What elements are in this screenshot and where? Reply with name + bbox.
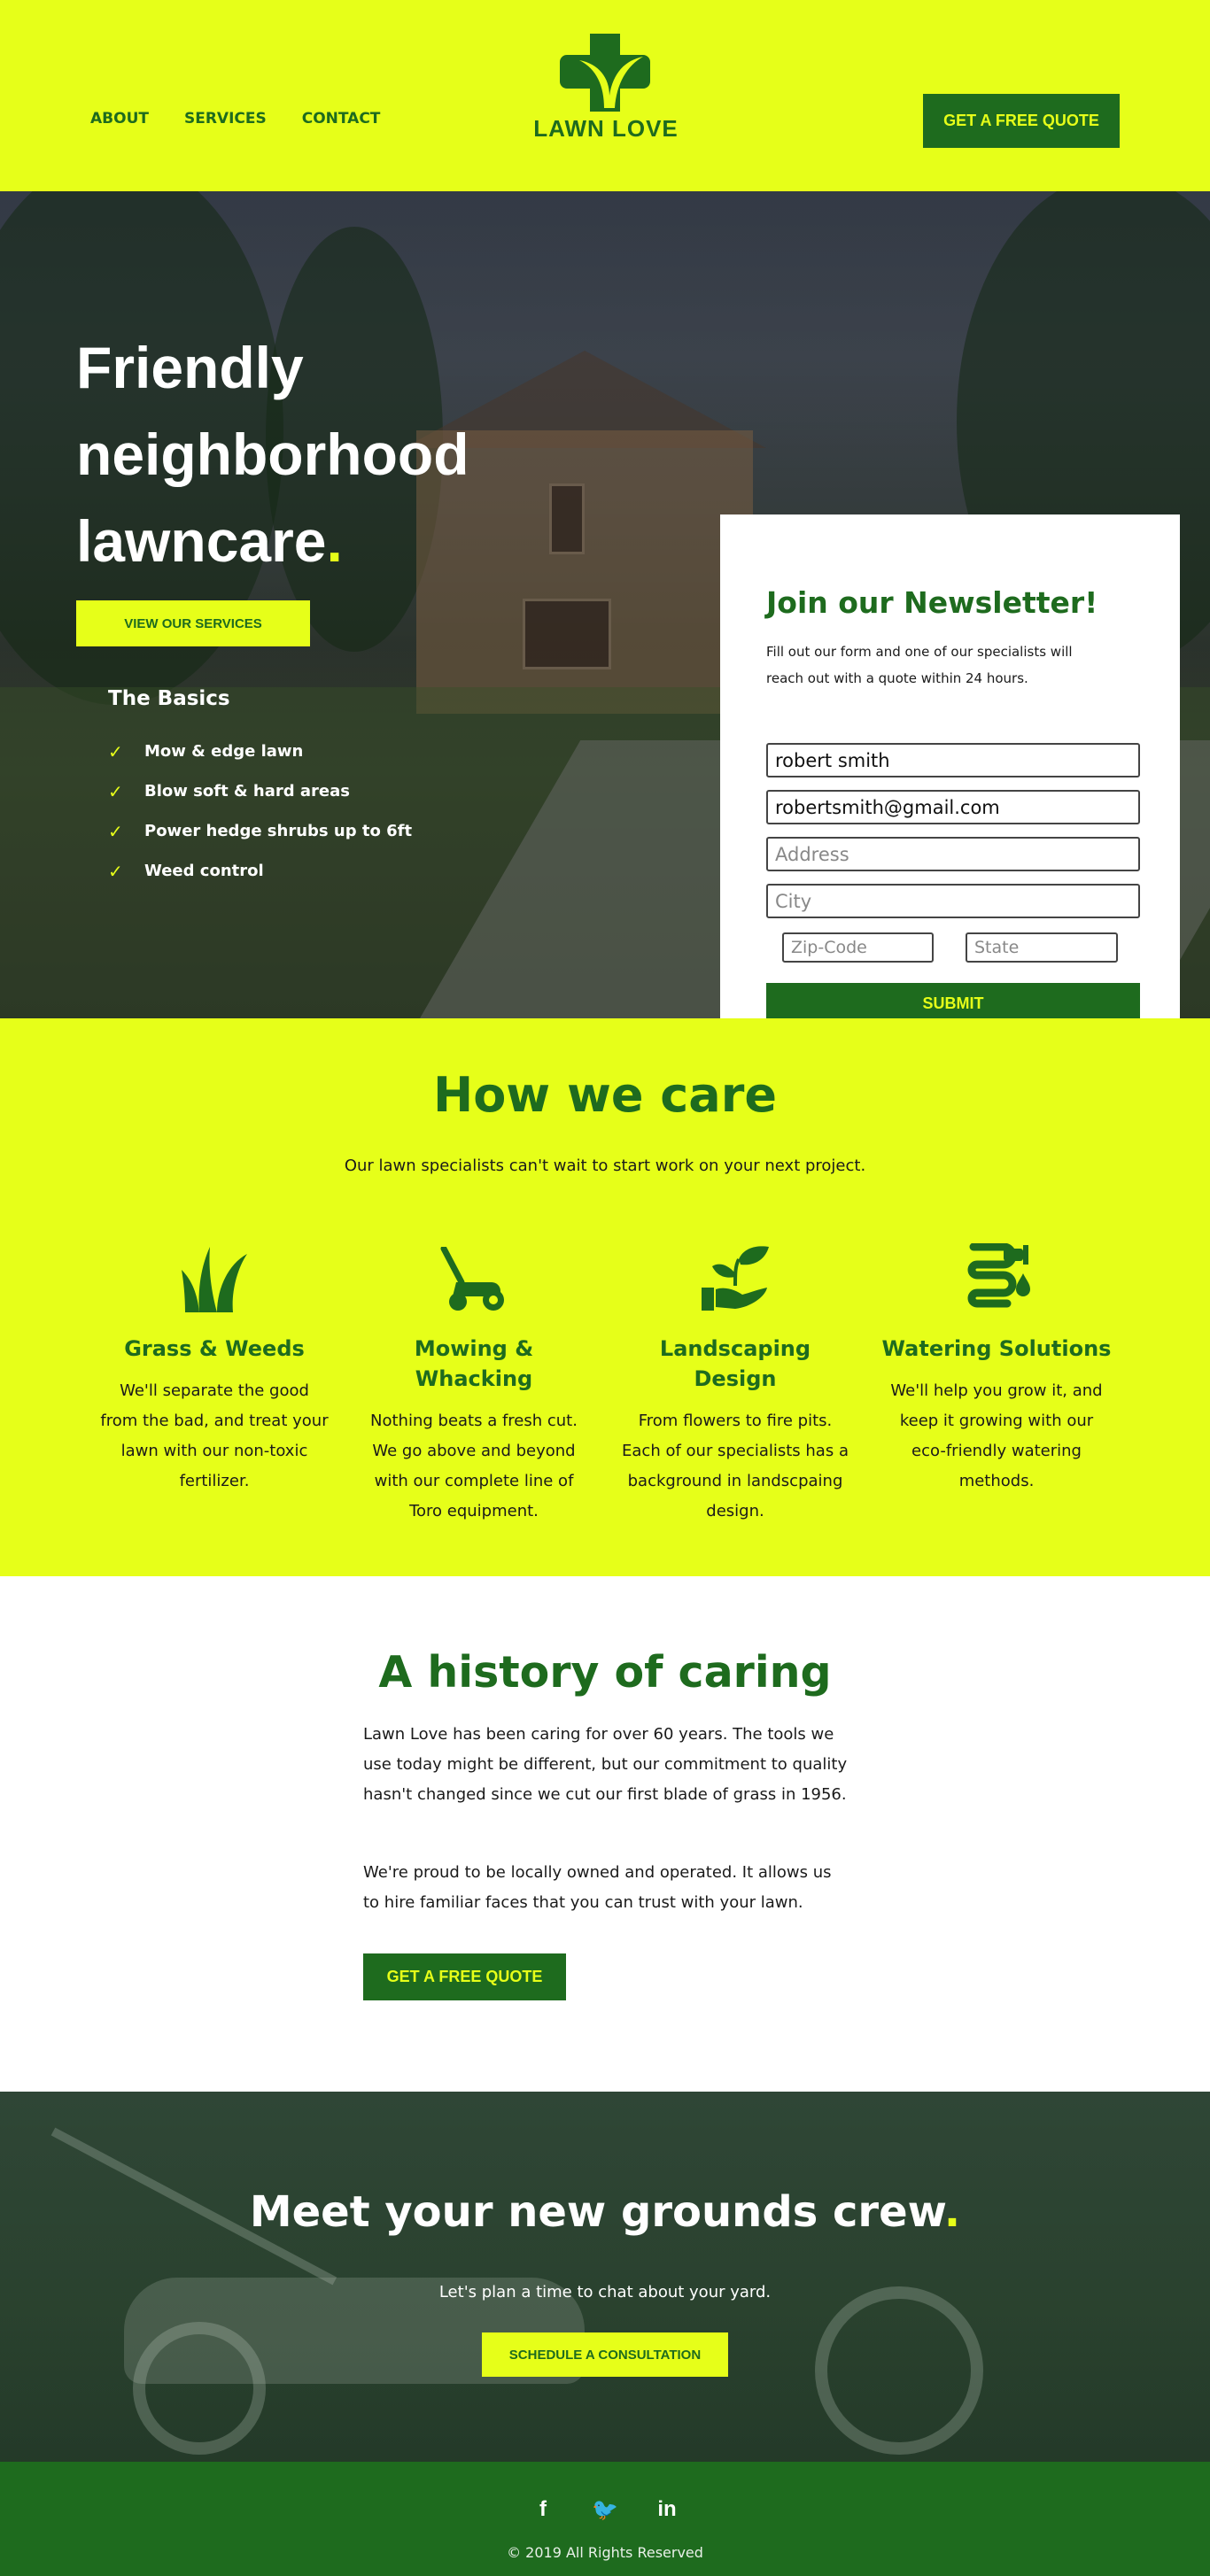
history-paragraph: We're proud to be locally owned and oper… <box>363 1863 832 1912</box>
checkmark-icon: ✓ <box>108 780 123 802</box>
list-item: ✓ Mow & edge lawn <box>108 740 304 762</box>
twitter-icon[interactable]: 🐦 <box>591 2497 619 2523</box>
hero-section: Friendly neighborhood lawncare. VIEW OUR… <box>0 191 1210 1018</box>
list-item: ✓ Weed control <box>108 860 264 882</box>
linkedin-icon[interactable]: in <box>653 2497 681 2523</box>
section-title: Meet your new grounds crew. <box>249 2187 961 2237</box>
leaf-cross-logo-icon <box>560 34 650 112</box>
zip-code-field[interactable] <box>782 932 934 963</box>
checkmark-icon: ✓ <box>108 860 123 882</box>
view-services-button[interactable]: VIEW OUR SERVICES <box>76 600 310 646</box>
list-item: ✓ Power hedge shrubs up to 6ft <box>108 820 413 842</box>
lawnmower-icon <box>440 1247 504 1311</box>
history-section: A history of caring Lawn Love has been c… <box>0 1576 1210 2092</box>
facebook-icon[interactable]: f <box>529 2497 557 2523</box>
section-subtitle: Our lawn specialists can't wait to start… <box>344 1156 866 1175</box>
hose-icon <box>967 1243 1030 1308</box>
service-card-landscaping: Landscaping Design From flowers to fire … <box>620 1238 850 1527</box>
card-text: We'll help you grow it, and keep it grow… <box>890 1381 1103 1490</box>
card-text: We'll separate the good from the bad, an… <box>100 1381 329 1490</box>
basics-list: ✓ Mow & edge lawn ✓ Blow soft & hard areas… <box>108 731 412 891</box>
service-card-watering: Watering Solutions We'll help you grow i… <box>881 1238 1112 1497</box>
checkmark-icon: ✓ <box>108 740 123 762</box>
house-window <box>523 599 611 669</box>
service-card-mowing: Mowing & Whacking Nothing beats a fresh … <box>359 1238 589 1527</box>
service-card-grass: Grass & Weeds We'll separate the good fr… <box>99 1238 330 1497</box>
copyright-text: © 2019 All Rights Reserved <box>507 2544 703 2561</box>
hero-title: Friendly neighborhood lawncare. <box>76 335 469 574</box>
logo-text: LAWN LOVE <box>533 115 679 142</box>
mower-wheel-image <box>133 2322 266 2455</box>
section-title: A history of caring <box>378 1647 832 1698</box>
checkmark-icon: ✓ <box>108 820 123 842</box>
city-field[interactable] <box>766 884 1140 918</box>
get-free-quote-button[interactable]: GET A FREE QUOTE <box>363 1953 566 2000</box>
list-item: ✓ Blow soft & hard areas <box>108 780 350 802</box>
nav-services-link[interactable]: SERVICES <box>184 110 267 128</box>
card-text: From flowers to fire pits. Each of our s… <box>622 1412 849 1520</box>
site-logo[interactable]: LAWN LOVE <box>528 34 684 143</box>
grass-icon <box>182 1247 247 1312</box>
get-free-quote-button[interactable]: GET A FREE QUOTE <box>923 94 1120 148</box>
plant-in-hand-icon <box>702 1246 769 1311</box>
schedule-consultation-button[interactable]: SCHEDULE A CONSULTATION <box>482 2332 728 2377</box>
state-field[interactable] <box>966 932 1118 963</box>
nav-about-link[interactable]: ABOUT <box>90 110 149 128</box>
newsletter-title: Join our Newsletter! <box>766 585 1098 620</box>
mower-wheel-image <box>815 2286 983 2455</box>
submit-button[interactable]: SUBMIT <box>766 983 1140 1018</box>
card-title: Mowing & Whacking <box>414 1336 534 1391</box>
social-links: f 🐦 in <box>0 2497 1210 2523</box>
section-title: How we care <box>433 1067 777 1123</box>
main-nav: ABOUT SERVICES CONTACT <box>90 110 415 128</box>
name-field[interactable] <box>766 743 1140 777</box>
history-paragraph: Lawn Love has been caring for over 60 ye… <box>363 1725 848 1804</box>
address-field[interactable] <box>766 837 1140 871</box>
card-title: Grass & Weeds <box>124 1336 305 1361</box>
section-subtitle: Let's plan a time to chat about your yar… <box>438 2283 772 2301</box>
card-text: Nothing beats a fresh cut. We go above a… <box>370 1412 578 1520</box>
grounds-crew-section: Meet your new grounds crew. Let's plan a… <box>0 2092 1210 2462</box>
newsletter-form: Join our Newsletter! Fill out our form a… <box>720 514 1180 1018</box>
newsletter-description: Fill out our form and one of our special… <box>766 644 1073 686</box>
card-title: Watering Solutions <box>881 1336 1112 1361</box>
site-header: ABOUT SERVICES CONTACT LAWN LOVE GET A F… <box>0 0 1210 191</box>
email-field[interactable] <box>766 790 1140 824</box>
how-we-care-section: How we care Our lawn specialists can't w… <box>0 1018 1210 1576</box>
nav-contact-link[interactable]: CONTACT <box>302 110 381 128</box>
basics-title: The Basics <box>108 687 230 710</box>
card-title: Landscaping Design <box>659 1336 811 1391</box>
site-footer: f 🐦 in © 2019 All Rights Reserved <box>0 2462 1210 2576</box>
